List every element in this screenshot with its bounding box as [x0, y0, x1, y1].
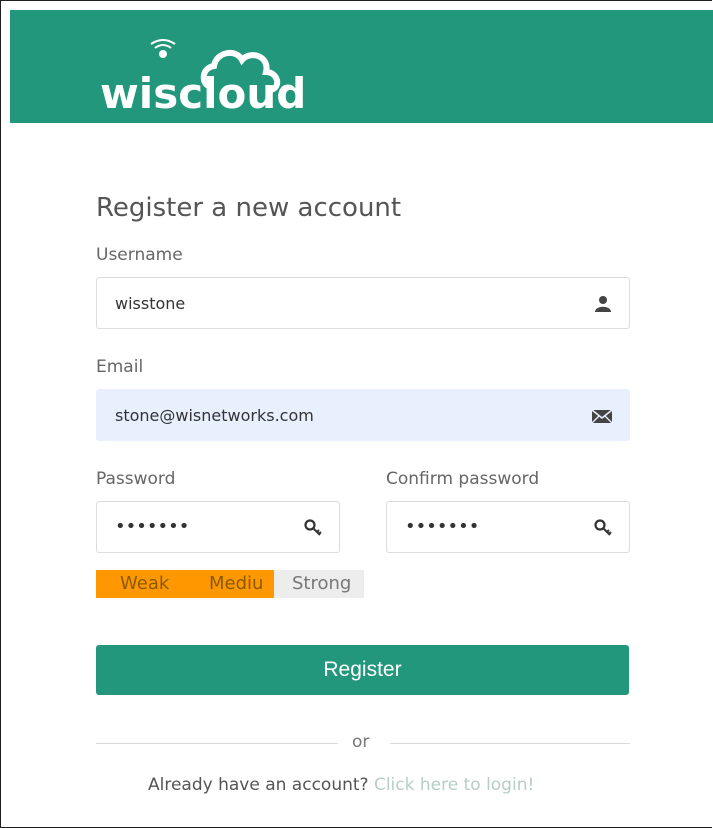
register-button[interactable]: Register: [96, 645, 629, 695]
divider-left: [96, 743, 338, 744]
envelope-icon: [591, 409, 613, 424]
divider-or-text: or: [352, 732, 370, 752]
email-label: Email: [96, 357, 144, 377]
key-icon: [594, 519, 612, 536]
logo-text: wiscloud: [100, 69, 306, 118]
password-strength-meter: Weak Mediu Strong: [96, 570, 364, 598]
wiscloud-logo: wiscloud: [100, 38, 320, 118]
user-icon: [595, 296, 611, 312]
cloud-logo-icon: wiscloud: [100, 39, 306, 118]
login-link[interactable]: Click here to login!: [374, 775, 534, 795]
username-value: wisstone: [115, 294, 186, 313]
page-title: Register a new account: [96, 193, 402, 223]
confirm-password-value: •••••••: [405, 516, 480, 537]
password-label: Password: [96, 469, 176, 489]
confirm-password-label: Confirm password: [386, 469, 540, 489]
password-field[interactable]: •••••••: [96, 501, 340, 553]
confirm-password-field[interactable]: •••••••: [386, 501, 630, 553]
email-value: stone@wisnetworks.com: [115, 406, 314, 425]
login-prompt: Already have an account? Click here to l…: [148, 775, 534, 795]
divider-right: [390, 743, 630, 744]
password-value: •••••••: [115, 516, 190, 537]
header-bar: wiscloud: [10, 10, 713, 123]
email-field[interactable]: stone@wisnetworks.com: [96, 389, 630, 441]
username-label: Username: [96, 245, 183, 265]
username-field[interactable]: wisstone: [96, 277, 630, 329]
strength-medium-segment: Mediu: [185, 570, 274, 598]
login-prompt-text: Already have an account?: [148, 775, 369, 795]
key-icon: [304, 519, 322, 536]
strength-strong-segment: Strong: [274, 570, 364, 598]
strength-weak-segment: Weak: [96, 570, 185, 598]
